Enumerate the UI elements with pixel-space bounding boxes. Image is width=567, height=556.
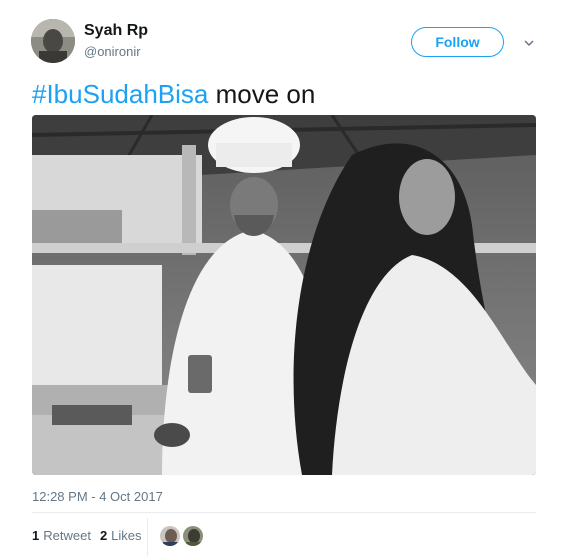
chevron-down-icon[interactable]: [522, 36, 536, 50]
author-avatar[interactable]: [31, 19, 75, 63]
liker-avatar[interactable]: [182, 525, 204, 547]
author-display-name[interactable]: Syah Rp: [84, 22, 148, 40]
tweet-stats: 1 Retweet 2 Likes: [32, 528, 151, 543]
like-count-stat[interactable]: 2 Likes: [100, 528, 142, 543]
retweet-count: 1: [32, 528, 40, 543]
liker-avatar-image: [160, 526, 180, 546]
tweet-photo[interactable]: [32, 115, 536, 475]
retweet-count-stat[interactable]: 1 Retweet: [32, 528, 91, 543]
avatar-image: [31, 19, 75, 63]
follow-button[interactable]: Follow: [411, 27, 504, 57]
stats-separator: [147, 518, 148, 556]
photo-image: [32, 115, 536, 475]
hashtag-link[interactable]: #IbuSudahBisa: [32, 79, 208, 109]
liker-avatar-image: [183, 526, 203, 546]
tweet-timestamp[interactable]: 12:28 PM - 4 Oct 2017: [32, 489, 163, 504]
tweet-body: move on: [208, 79, 316, 109]
like-count: 2: [99, 528, 108, 543]
like-label: Likes: [111, 528, 142, 543]
stats-divider: [32, 512, 536, 513]
retweet-label: Retweet: [43, 528, 91, 543]
author-handle[interactable]: @onironir: [84, 44, 141, 59]
tweet-text: #IbuSudahBisa move on: [32, 78, 315, 110]
liker-avatar[interactable]: [159, 525, 181, 547]
